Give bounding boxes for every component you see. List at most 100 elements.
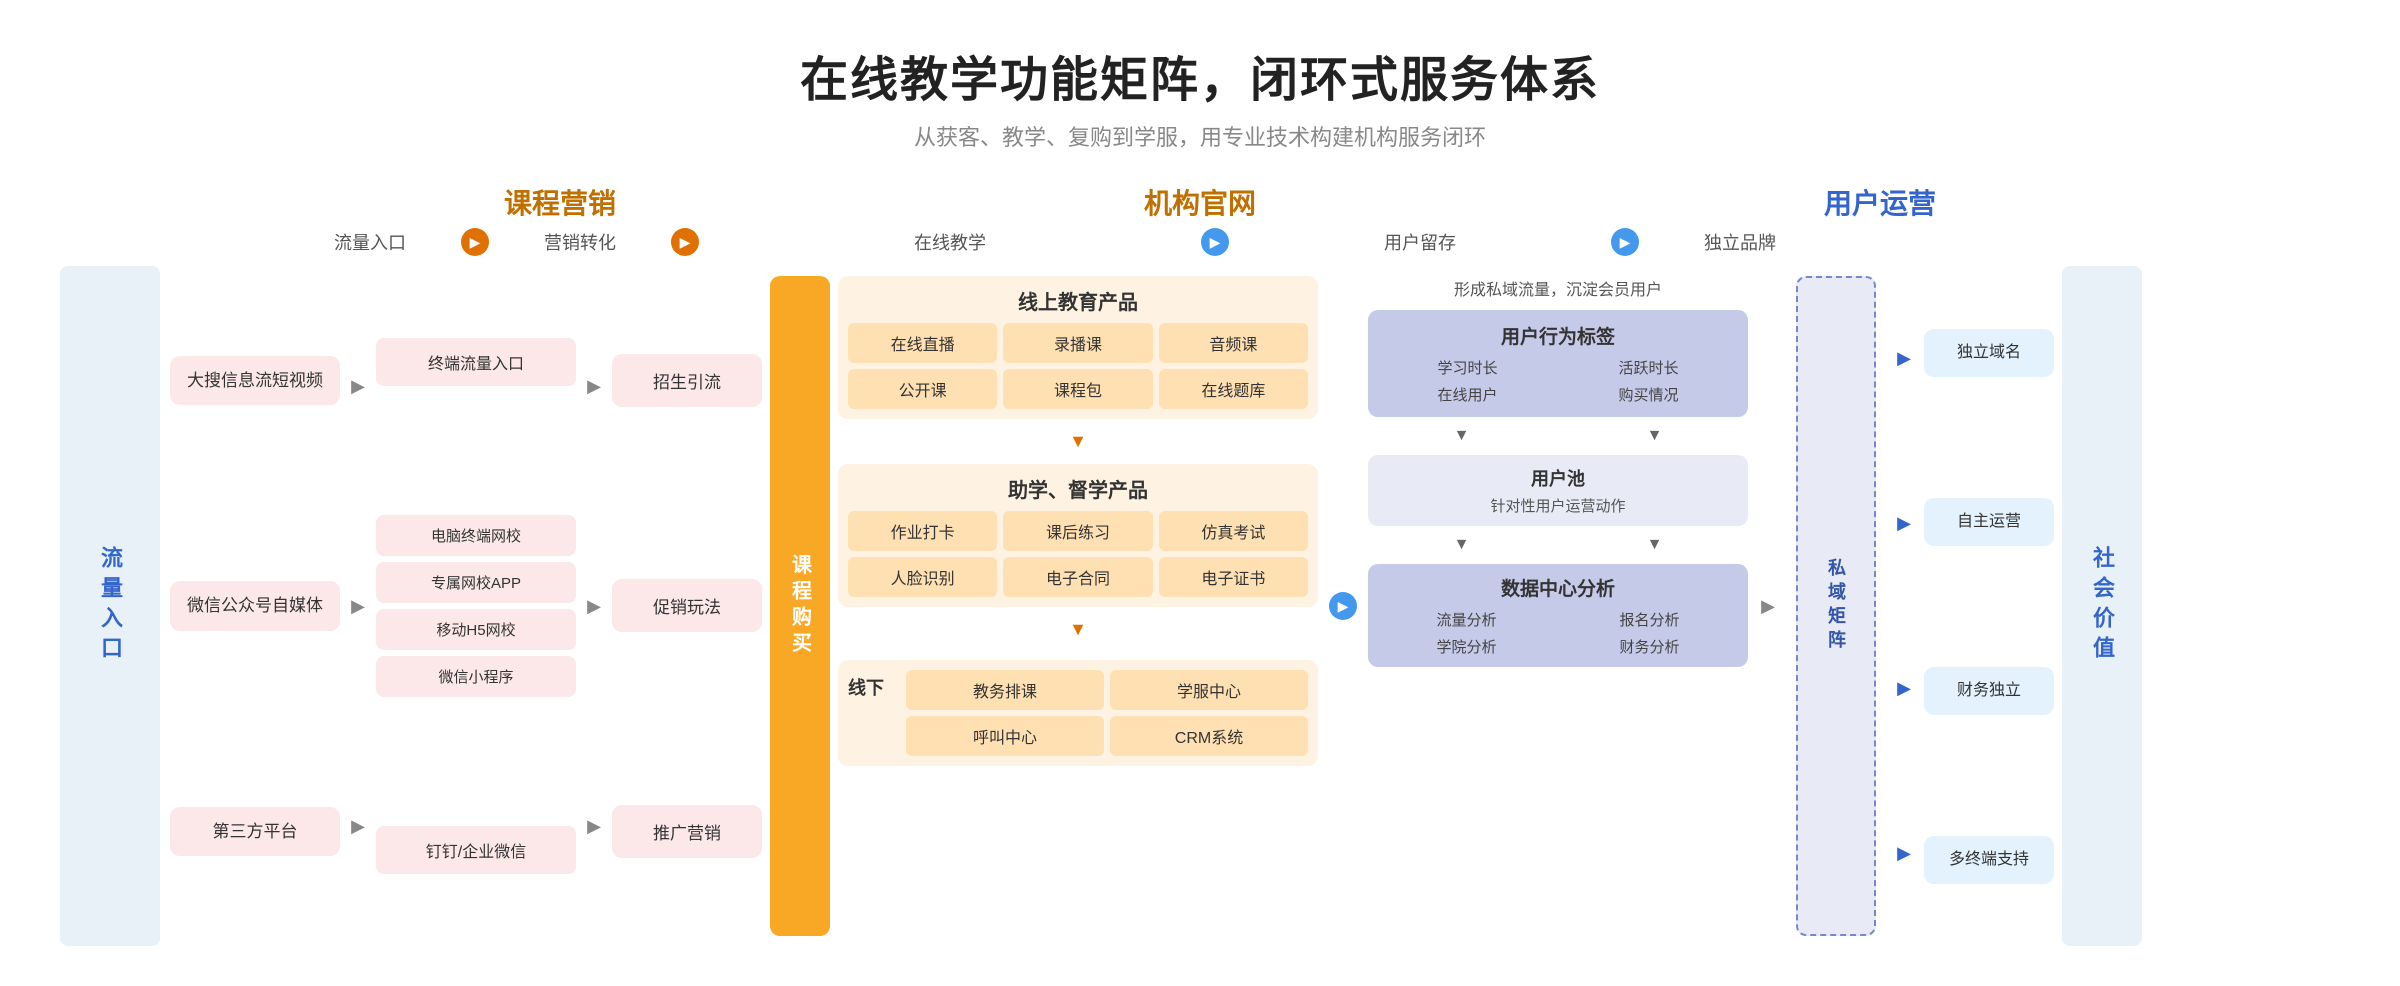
online-edu-grid: 在线直播 录播课 音频课 公开课 课程包 在线题库 <box>848 323 1308 409</box>
step-label-4: 用户留存 <box>1240 229 1600 255</box>
arrow-flow-3: ▶ <box>351 816 365 837</box>
study-item-1: 课后练习 <box>1003 511 1152 551</box>
user-pool-sub: 针对性用户运营动作 <box>1378 495 1738 516</box>
arrow-3-icon: ▶ <box>1201 228 1229 256</box>
header: 在线教学功能矩阵，闭环式服务体系 从获客、教学、复购到学服，用专业技术构建机构服… <box>60 40 2340 152</box>
arrows-col-1: ▶ ▶ ▶ <box>340 266 376 946</box>
behavior-tag-title: 用户行为标签 <box>1380 322 1736 349</box>
online-edu-title: 线上教育产品 <box>848 286 1308 315</box>
arrow-brand-1: ▶ <box>1897 348 1911 369</box>
arrow-brand-4: ▶ <box>1897 843 1911 864</box>
arrow-flow-1: ▶ <box>351 376 365 397</box>
page-container: 在线教学功能矩阵，闭环式服务体系 从获客、教学、复购到学服，用专业技术构建机构服… <box>0 0 2400 986</box>
mid-item-4: 微信小程序 <box>376 656 576 697</box>
arrow-mkt-2: ▶ <box>587 596 601 617</box>
online-section: 线上教育产品 在线直播 录播课 音频课 公开课 课程包 在线题库 ▼ 助学、督学… <box>838 266 1318 946</box>
edu-item-3: 公开课 <box>848 369 997 409</box>
down-arrow-4: ▼ <box>1561 427 1748 445</box>
col-header-website: 机构官网 <box>940 182 1460 222</box>
down-arrow-6: ▼ <box>1561 536 1748 554</box>
study-item-2: 仿真考试 <box>1159 511 1308 551</box>
down-arrows-row: ▼ ▼ <box>1368 427 1748 445</box>
flow-item-0: 大搜信息流短视频 <box>170 356 340 406</box>
mid-item-3: 移动H5网校 <box>376 609 576 650</box>
behavior-0: 学习时长 <box>1380 357 1555 378</box>
marketing-section: 招生引流 促销玩法 推广营销 <box>612 266 762 946</box>
down-arrow-1: ▼ <box>838 429 1318 454</box>
edu-item-2: 音频课 <box>1159 323 1308 363</box>
brand-section: 独立域名 自主运营 财务独立 多终端支持 <box>1924 266 2054 946</box>
brand-item-1: 自主运营 <box>1924 498 2054 546</box>
flow-section: 大搜信息流短视频 微信公众号自媒体 第三方平台 <box>170 266 340 946</box>
user-pool-box: 用户池 针对性用户运营动作 <box>1368 455 1748 526</box>
step-label-2: 营销转化 <box>500 229 660 255</box>
study-prod-title: 助学、督学产品 <box>848 474 1308 503</box>
behavior-grid: 学习时长 活跃时长 在线用户 购买情况 <box>1380 357 1736 405</box>
retention-top-text: 形成私域流量，沉淀会员用户 <box>1368 276 1748 300</box>
arrow-2-icon: ▶ <box>671 228 699 256</box>
arrows-col-2: ▶ ▶ ▶ <box>576 266 612 946</box>
arrow-brand-3: ▶ <box>1897 678 1911 699</box>
arrow-4-icon: ▶ <box>1611 228 1639 256</box>
edu-item-4: 课程包 <box>1003 369 1152 409</box>
flow-item-1: 微信公众号自媒体 <box>170 581 340 631</box>
down-arrow-3: ▼ <box>1368 427 1555 445</box>
arrows-to-brand: ▶ ▶ ▶ ▶ <box>1884 266 1924 946</box>
data-center-title: 数据中心分析 <box>1378 574 1738 601</box>
offline-item-0: 教务排课 <box>906 670 1104 710</box>
arrow-private-icon: ▶ <box>1761 596 1775 617</box>
mid-item-5: 钉钉/企业微信 <box>376 826 576 874</box>
mid-col: 终端流量入口 电脑终端网校 专属网校APP 移动H5网校 微信小程序 钉钉/企业… <box>376 266 576 946</box>
flow-item-2: 第三方平台 <box>170 807 340 857</box>
data-analysis-grid: 流量分析 报名分析 学院分析 财务分析 <box>1378 609 1738 657</box>
down-arrow-5: ▼ <box>1368 536 1555 554</box>
behavior-3: 购买情况 <box>1561 384 1736 405</box>
mkt-item-2: 推广营销 <box>612 805 762 858</box>
behavior-tag-box: 用户行为标签 学习时长 活跃时长 在线用户 购买情况 <box>1368 310 1748 417</box>
data-0: 流量分析 <box>1378 609 1555 630</box>
data-2: 学院分析 <box>1378 636 1555 657</box>
offline-item-1: 学服中心 <box>1110 670 1308 710</box>
study-prod-grid: 作业打卡 课后练习 仿真考试 人脸识别 电子合同 电子证书 <box>848 511 1308 597</box>
study-item-4: 电子合同 <box>1003 557 1152 597</box>
arrow-retention-icon: ▶ <box>1329 592 1357 620</box>
brand-item-3: 多终端支持 <box>1924 836 2054 884</box>
arrow-brand-2: ▶ <box>1897 513 1911 534</box>
arrow-mkt-3: ▶ <box>587 816 601 837</box>
mid-item-1: 电脑终端网校 <box>376 515 576 556</box>
purchase-box: 课程购买 <box>770 276 830 936</box>
left-label: 流量入口 <box>60 266 160 946</box>
right-label: 社会价值 <box>2062 266 2142 946</box>
arrow-to-retention: ▶ <box>1318 266 1368 946</box>
step-label-3: 在线教学 <box>710 229 1190 255</box>
online-bottom: 助学、督学产品 作业打卡 课后练习 仿真考试 人脸识别 电子合同 电子证书 <box>838 464 1318 607</box>
step-label-5: 独立品牌 <box>1650 229 1830 255</box>
behavior-1: 活跃时长 <box>1561 357 1736 378</box>
arrow-1-icon: ▶ <box>461 228 489 256</box>
data-3: 财务分析 <box>1561 636 1738 657</box>
mid-item-0: 终端流量入口 <box>376 338 576 386</box>
arrow-to-private: ▶ <box>1748 266 1788 946</box>
study-item-3: 人脸识别 <box>848 557 997 597</box>
arrow-mkt-1: ▶ <box>587 376 601 397</box>
col-header-marketing: 课程营销 <box>300 182 820 222</box>
down-arrow-2: ▼ <box>838 617 1318 642</box>
online-top: 线上教育产品 在线直播 录播课 音频课 公开课 课程包 在线题库 <box>838 276 1318 419</box>
user-pool-title: 用户池 <box>1378 465 1738 491</box>
brand-item-2: 财务独立 <box>1924 667 2054 715</box>
data-center-box: 数据中心分析 流量分析 报名分析 学院分析 财务分析 <box>1368 564 1748 667</box>
behavior-2: 在线用户 <box>1380 384 1555 405</box>
offline-row: 线下 教务排课 学服中心 呼叫中心 CRM系统 <box>838 660 1318 766</box>
edu-item-1: 录播课 <box>1003 323 1152 363</box>
offline-item-3: CRM系统 <box>1110 716 1308 756</box>
col-header-ops: 用户运营 <box>1540 182 2220 222</box>
mid-item-2: 专属网校APP <box>376 562 576 603</box>
offline-item-2: 呼叫中心 <box>906 716 1104 756</box>
study-item-5: 电子证书 <box>1159 557 1308 597</box>
retention-section: 形成私域流量，沉淀会员用户 用户行为标签 学习时长 活跃时长 在线用户 购买情况… <box>1368 266 1748 946</box>
mkt-item-0: 招生引流 <box>612 354 762 407</box>
data-1: 报名分析 <box>1561 609 1738 630</box>
brand-item-0: 独立域名 <box>1924 329 2054 377</box>
arrow-flow-2: ▶ <box>351 596 365 617</box>
offline-grid: 教务排课 学服中心 呼叫中心 CRM系统 <box>906 670 1308 756</box>
